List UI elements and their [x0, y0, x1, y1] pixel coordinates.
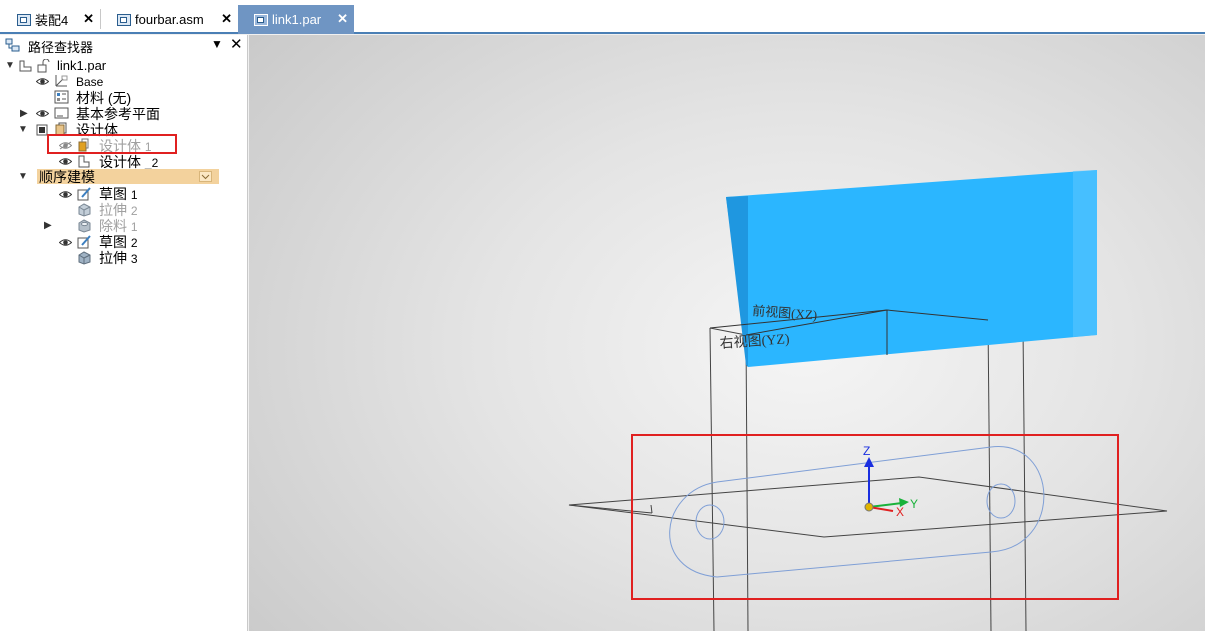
tree-item-label: 拉伸: [99, 202, 127, 218]
tree-item-number: 2: [130, 204, 138, 218]
eye-icon[interactable]: [59, 157, 72, 166]
tree-item-extrude-3[interactable]: 拉伸 3: [99, 250, 138, 266]
design-body-icon: [78, 155, 90, 168]
material-icon: [54, 90, 69, 104]
tree-item-number: 1: [130, 220, 138, 234]
eye-icon[interactable]: [36, 109, 49, 118]
collapse-triangle-icon[interactable]: ▼: [18, 122, 28, 138]
tree-item-ordered-modeling[interactable]: 顺序建模: [39, 169, 95, 185]
tree-item-base[interactable]: Base: [76, 74, 103, 90]
dropdown-chevron-icon[interactable]: [199, 171, 212, 182]
tab-assembly4[interactable]: 装配4 ✕: [0, 5, 100, 34]
panel-menu-icon[interactable]: ▼: [211, 37, 223, 51]
tree-root-link1[interactable]: link1.par: [57, 58, 106, 74]
assembly-document-icon: [117, 13, 131, 26]
expand-triangle-icon[interactable]: ▶: [20, 106, 28, 122]
pathfinder-icon: [5, 38, 20, 52]
tree-item-label: Base: [76, 75, 104, 89]
pathfinder-title: 路径查找器: [28, 40, 94, 55]
sketch-icon: [77, 235, 91, 249]
tab-label: 装配4: [35, 13, 69, 28]
coordinate-system-icon: [55, 75, 68, 87]
close-icon[interactable]: ✕: [83, 11, 94, 27]
3d-viewport[interactable]: 前视图(XZ) 右视图(YZ) Z Y X: [249, 35, 1205, 631]
tree-item-number: 2: [130, 236, 138, 250]
pathfinder-header: 路径查找器 ▼ ✕: [0, 35, 247, 55]
cutout-icon: [78, 219, 91, 233]
eye-icon[interactable]: [59, 238, 72, 247]
tab-label: link1.par: [272, 12, 322, 27]
assembly-document-icon: [17, 13, 31, 26]
extrude-icon: [78, 203, 91, 217]
tree-item-reference-planes[interactable]: 基本参考平面: [76, 106, 160, 122]
sketch-icon: [77, 187, 91, 201]
tree-item-design-body-2[interactable]: 设计体 _2: [99, 154, 158, 170]
tree-item-number: _2: [144, 156, 159, 170]
tree-item-label: 顺序建模: [39, 169, 95, 185]
tree-item-label: 草图: [99, 234, 127, 250]
extrude-icon: [78, 251, 91, 265]
close-icon[interactable]: ✕: [221, 11, 232, 27]
tree-item-label: 草图: [99, 186, 127, 202]
tree-item-label: 拉伸: [99, 250, 127, 266]
collapse-triangle-icon[interactable]: ▼: [18, 169, 28, 185]
annotation-highlight-box: [47, 134, 177, 154]
close-icon[interactable]: ✕: [337, 11, 348, 27]
tab-link1-par[interactable]: link1.par ✕: [238, 5, 354, 34]
tree-item-material[interactable]: 材料 (无): [76, 90, 131, 106]
tree-item-number: 3: [130, 252, 138, 266]
tree-item-label: 设计体: [99, 154, 141, 170]
tree-item-label: 材料 (无): [76, 90, 132, 106]
eye-icon[interactable]: [36, 77, 49, 86]
tree-item-label: 除料: [99, 218, 127, 234]
tree-item-number: 1: [130, 188, 138, 202]
expand-triangle-icon[interactable]: ▶: [44, 218, 52, 234]
document-tab-bar: 装配4 ✕ fourbar.asm ✕ link1.par ✕: [0, 0, 1205, 34]
pathfinder-panel: 路径查找器 ▼ ✕ ▼ link1.par Base 材料 (无) ▶ 基本参考…: [0, 35, 248, 631]
unlock-icon: [37, 59, 50, 73]
panel-close-icon[interactable]: ✕: [230, 35, 243, 53]
tab-fourbar-asm[interactable]: fourbar.asm ✕: [101, 5, 238, 34]
tree-item-sketch-2[interactable]: 草图 2: [99, 234, 138, 250]
design-body-face: [1073, 170, 1097, 337]
tree-item-cutout-1[interactable]: 除料 1: [99, 218, 138, 234]
expand-triangle-icon[interactable]: ▼: [5, 58, 15, 74]
tab-label: fourbar.asm: [135, 12, 204, 27]
part-document-icon: [254, 13, 268, 26]
eye-icon[interactable]: [59, 190, 72, 199]
tree-item-label: link1.par: [57, 58, 107, 73]
part-icon: [19, 60, 32, 72]
tree-item-extrude-2[interactable]: 拉伸 2: [99, 202, 138, 218]
reference-plane-icon: [54, 107, 69, 119]
tree-item-label: 基本参考平面: [76, 106, 160, 122]
annotation-highlight-box: [631, 434, 1119, 600]
tree-item-sketch-1[interactable]: 草图 1: [99, 186, 138, 202]
